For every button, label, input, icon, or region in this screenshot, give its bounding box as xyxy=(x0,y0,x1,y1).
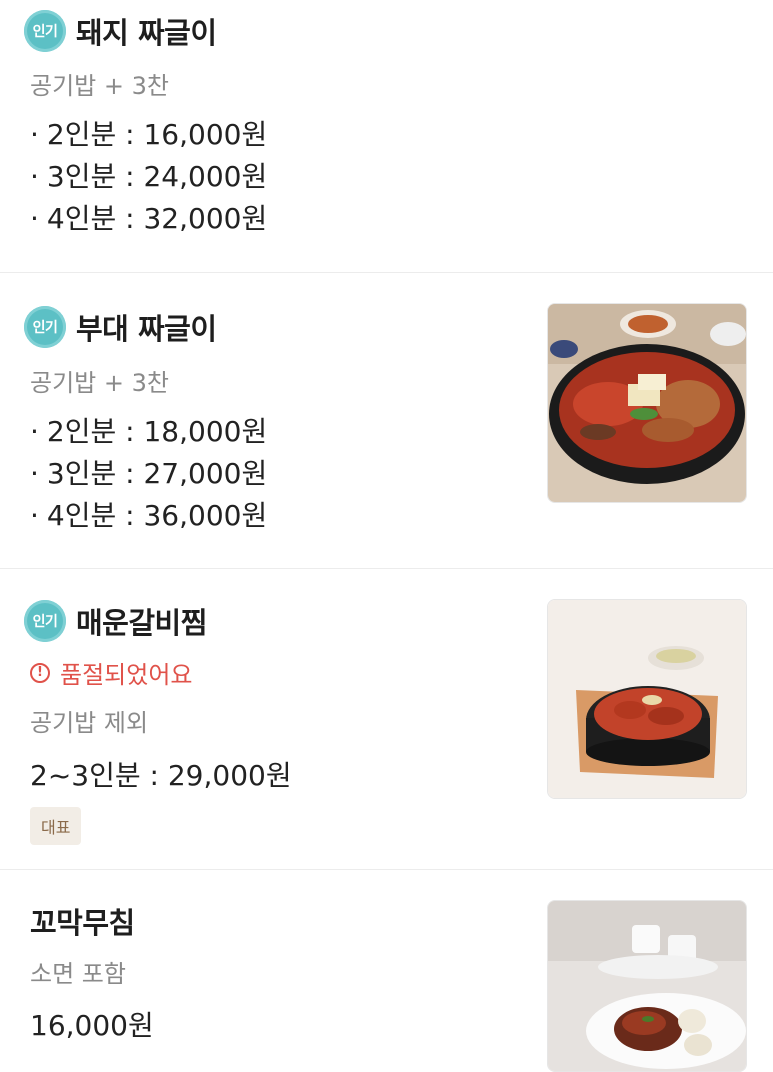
kkomak-muchim-photo xyxy=(548,901,746,1071)
menu-item-dwaeji-jjageuli[interactable]: 인기 돼지 짜글이 공기밥 + 3찬 · 2인분 : 16,000원 · 3인분 :… xyxy=(0,0,773,273)
menu-title: 부대 짜글이 xyxy=(76,312,217,346)
menu-description: 소면 포함 xyxy=(30,960,126,988)
price-option: · 2인분 : 18,000원 xyxy=(30,415,268,448)
popular-badge: 인기 xyxy=(24,306,66,348)
price-option: · 3인분 : 24,000원 xyxy=(30,160,268,193)
menu-description: 공기밥 + 3찬 xyxy=(30,369,169,397)
title-row: 인기 부대 짜글이 xyxy=(24,306,217,348)
menu-description: 공기밥 + 3찬 xyxy=(30,72,169,100)
menu-price: 16,000원 xyxy=(30,1009,154,1042)
warning-icon: ! xyxy=(30,662,50,683)
menu-title: 꼬막무침 xyxy=(30,906,135,940)
menu-item-kkomak-muchim[interactable]: 꼬막무침 소면 포함 16,000원 xyxy=(0,870,773,1072)
price-option: · 3인분 : 27,000원 xyxy=(30,457,268,490)
popular-badge: 인기 xyxy=(24,600,66,642)
soldout-notice: ! 품절되었어요 xyxy=(30,655,192,690)
price-option: · 4인분 : 36,000원 xyxy=(30,499,268,532)
price-list: · 2인분 : 18,000원 · 3인분 : 27,000원 · 4인분 : 36,… xyxy=(30,411,267,537)
menu-photo[interactable] xyxy=(547,303,747,503)
title-row: 인기 돼지 짜글이 xyxy=(24,10,217,52)
menu-price: 2~3인분 : 29,000원 xyxy=(30,759,292,792)
menu-photo[interactable] xyxy=(547,900,747,1072)
galbijjim-photo xyxy=(548,600,746,798)
menu-item-maeun-galbijjim[interactable]: 인기 매운갈비찜 ! 품절되었어요 공기밥 제외 2~3인분 : 29,000원… xyxy=(0,569,773,870)
signature-tag: 대표 xyxy=(30,807,82,845)
soldout-text: 품절되었어요 xyxy=(60,661,193,689)
menu-item-budae-jjageuli[interactable]: 인기 부대 짜글이 공기밥 + 3찬 · 2인분 : 18,000원 · 3인분 :… xyxy=(0,273,773,569)
popular-badge: 인기 xyxy=(24,10,66,52)
title-row: 인기 매운갈비찜 xyxy=(24,600,207,642)
menu-title: 매운갈비찜 xyxy=(76,606,207,640)
price-option: · 4인분 : 32,000원 xyxy=(30,202,268,235)
menu-photo[interactable] xyxy=(547,599,747,799)
budae-jjageuli-photo xyxy=(548,304,746,502)
menu-list: 인기 돼지 짜글이 공기밥 + 3찬 · 2인분 : 16,000원 · 3인분 :… xyxy=(0,0,773,1072)
menu-description: 공기밥 제외 xyxy=(30,709,149,737)
menu-title: 돼지 짜글이 xyxy=(76,16,217,50)
price-option: · 2인분 : 16,000원 xyxy=(30,118,268,151)
price-list: · 2인분 : 16,000원 · 3인분 : 24,000원 · 4인분 : 32,… xyxy=(30,114,267,240)
